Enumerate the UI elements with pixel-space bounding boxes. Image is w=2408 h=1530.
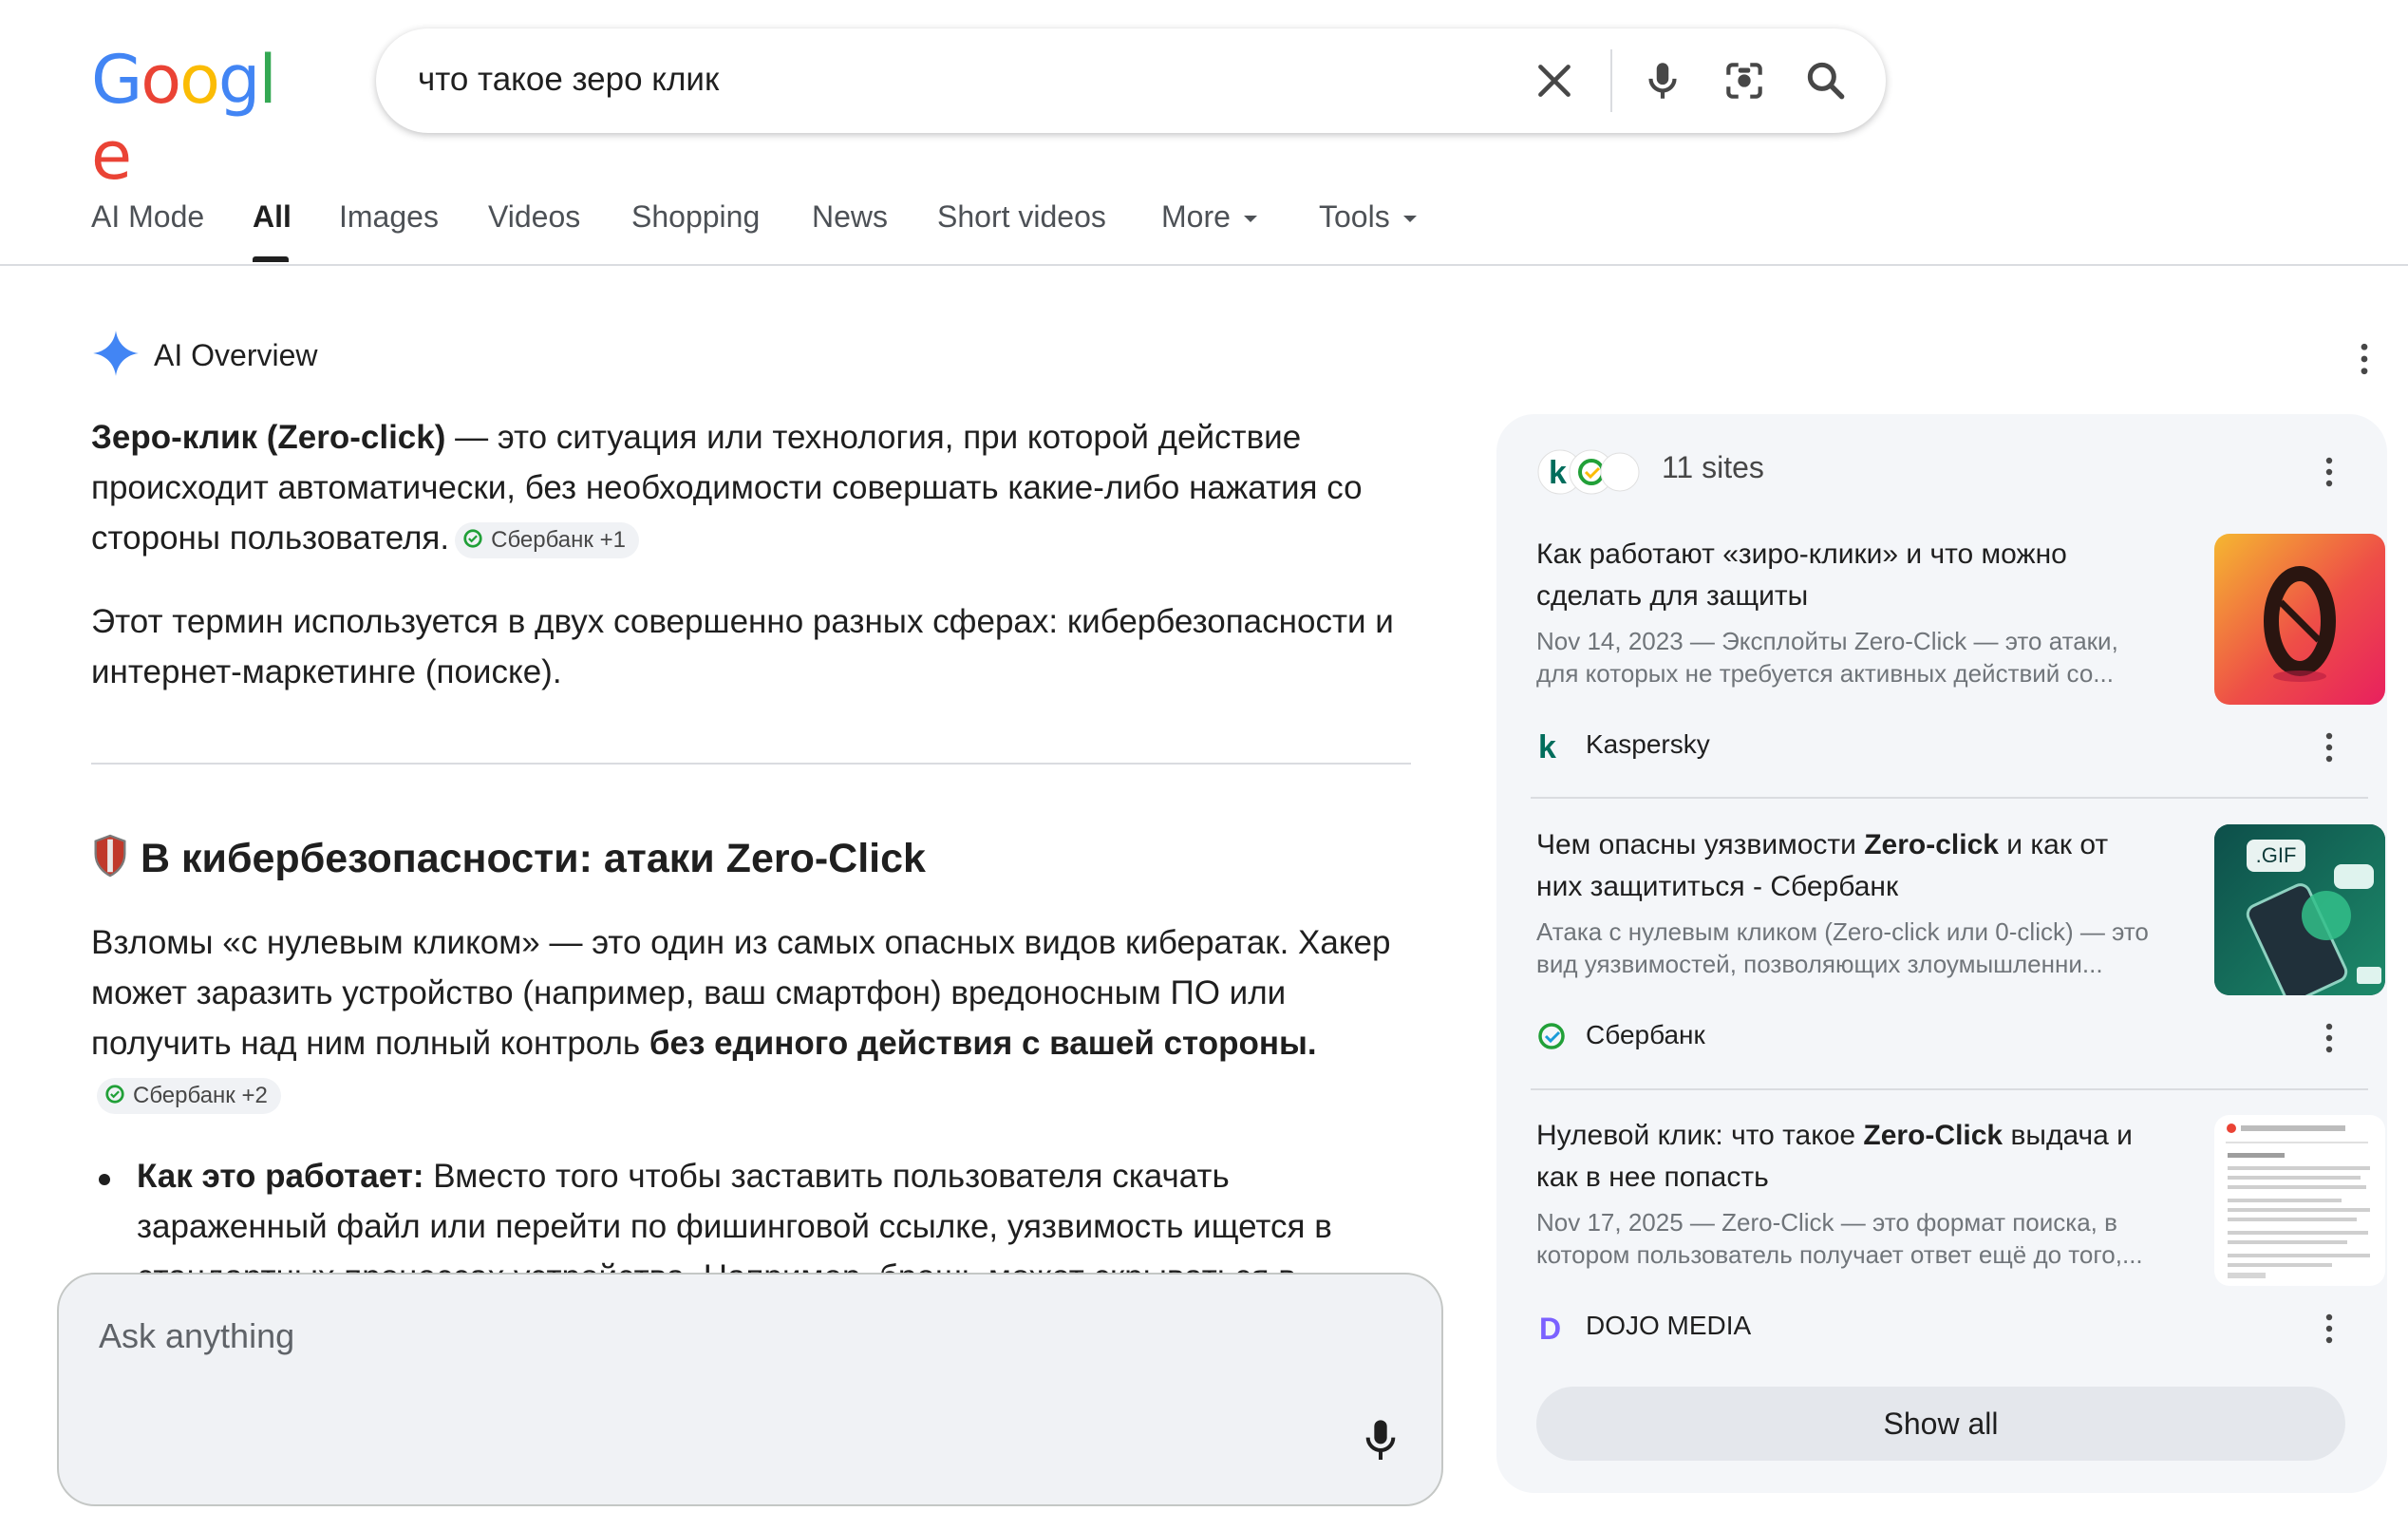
more-options-icon[interactable] (2355, 342, 2374, 376)
svg-text:k: k (1549, 455, 1567, 491)
source-name[interactable]: Сбербанк (1586, 1020, 1705, 1050)
source-snippet: Атака с нулевым кликом (Zero-click или 0… (1536, 917, 2149, 978)
dojo-media-logo-icon: D (1539, 1312, 1561, 1343)
svg-text:D: D (1539, 1312, 1561, 1343)
search-divider (1610, 49, 1612, 112)
tab-more-label: More (1161, 199, 1231, 234)
ai-overview-title: AI Overview (154, 338, 318, 372)
source-card-sberbank[interactable]: Чем опасны уязвимости Zero-click и как о… (1536, 824, 2385, 1062)
source-name[interactable]: Kaspersky (1586, 729, 1710, 760)
sources-panel: k 11 sites Как работают «зиро-клики» и ч… (1496, 414, 2387, 1493)
source-snippet: Nov 17, 2025 — Zero-Click — это формат п… (1536, 1208, 2143, 1269)
site-favicons: k (1537, 449, 1640, 495)
source-snippet: Nov 14, 2023 — Эксплойты Zero-Click — эт… (1536, 627, 2118, 688)
title-bold: Zero-Click (1863, 1120, 2004, 1151)
bullet-bold: Как это работает: (137, 1158, 424, 1195)
source-name[interactable]: DOJO MEDIA (1586, 1311, 1751, 1341)
kaspersky-logo-icon: k (1538, 729, 1556, 762)
active-tab-indicator (253, 256, 289, 262)
source-card-dojo-media[interactable]: Нулевой клик: что такое Zero-Click выдач… (1536, 1115, 2385, 1352)
clear-icon[interactable] (1531, 57, 1578, 104)
source-chip[interactable]: Сбербанк +1 (455, 521, 639, 558)
tab-images[interactable]: Images (339, 199, 439, 235)
ask-anything-box[interactable]: Ask anything (57, 1273, 1443, 1506)
google-logo[interactable]: Google (91, 42, 291, 194)
source-separator (1531, 797, 2368, 799)
section-divider (91, 763, 1411, 765)
tab-all[interactable]: All (253, 199, 292, 235)
source-separator (1531, 1088, 2368, 1090)
search-icon[interactable] (1802, 57, 1850, 104)
sber-logo-icon (1538, 1023, 1565, 1049)
source-chip-label: Сбербанк +2 (133, 1082, 268, 1108)
title-part: Нулевой клик: что такое (1536, 1120, 1864, 1151)
gemini-sparkle-icon (93, 331, 139, 376)
sber-logo-icon (105, 1085, 124, 1105)
more-options-icon[interactable] (2324, 731, 2334, 764)
section-heading-text: В кибербезопасности: атаки Zero-Click (141, 836, 926, 881)
gif-badge: .GIF (2247, 840, 2305, 872)
source-thumbnail[interactable] (2214, 1115, 2385, 1286)
tab-short-videos[interactable]: Short videos (937, 199, 1106, 235)
caret-down-icon (1402, 216, 1417, 223)
source-thumbnail[interactable] (2214, 534, 2385, 705)
more-options-icon[interactable] (2324, 456, 2334, 488)
overview-paragraph-2: Этот термин используется в двух совершен… (91, 603, 1394, 690)
more-options-icon[interactable] (2324, 1313, 2334, 1345)
tab-tools-label: Tools (1319, 199, 1390, 234)
section-heading: В кибербезопасности: атаки Zero-Click (91, 834, 926, 882)
source-card-kaspersky[interactable]: Как работают «зиро-клики» и что можно сд… (1536, 534, 2385, 771)
more-options-icon[interactable] (2324, 1022, 2334, 1054)
tab-tools[interactable]: Tools (1319, 199, 1417, 235)
sites-count[interactable]: 11 sites (1662, 450, 1764, 485)
microphone-icon[interactable] (1639, 57, 1686, 104)
source-chip[interactable]: Сбербанк +2 (97, 1077, 281, 1114)
search-input[interactable]: что такое зеро клик (418, 61, 719, 99)
ask-anything-input[interactable]: Ask anything (99, 1316, 294, 1356)
bullet-marker (99, 1174, 110, 1185)
svg-text:k: k (1538, 729, 1556, 762)
show-all-button[interactable]: Show all (1536, 1387, 2345, 1461)
title-bold: Zero-click (1864, 829, 1999, 860)
tab-news[interactable]: News (812, 199, 888, 235)
source-chip-label: Сбербанк +1 (491, 526, 626, 553)
google-lens-icon[interactable] (1721, 57, 1768, 104)
source-title[interactable]: Нулевой клик: что такое Zero-Click выдач… (1536, 1115, 2154, 1199)
overview-paragraph-3: Взломы «с нулевым кликом» — это один из … (91, 917, 1420, 1119)
source-title[interactable]: Чем опасны уязвимости Zero-click и как о… (1536, 824, 2154, 908)
search-tabs: AI Mode All Images Videos Shopping News … (0, 190, 2408, 266)
sber-logo-icon (463, 529, 482, 549)
tab-shopping[interactable]: Shopping (631, 199, 760, 235)
microphone-icon[interactable] (1362, 1417, 1400, 1464)
emphasis-bold: без единого действия с вашей стороны (649, 1025, 1307, 1062)
shield-icon (94, 834, 126, 878)
overview-paragraph-1: Зеро-клик (Zero-click) — это ситуация ил… (91, 412, 1420, 563)
source-thumbnail[interactable]: .GIF (2214, 824, 2385, 995)
source-title[interactable]: Как работают «зиро-клики» и что можно сд… (1536, 534, 2154, 617)
title-part: Чем опасны уязвимости (1536, 829, 1865, 860)
tab-ai-mode[interactable]: AI Mode (91, 199, 204, 235)
caret-down-icon (1243, 216, 1257, 223)
term-bold: Зеро-клик (Zero-click) (91, 419, 446, 456)
search-box[interactable]: что такое зеро клик (376, 28, 1886, 133)
tab-videos[interactable]: Videos (488, 199, 580, 235)
tab-more[interactable]: More (1161, 199, 1257, 235)
period: . (1307, 1025, 1317, 1062)
bullet-item: Как это работает: Вместо того чтобы заст… (137, 1151, 1409, 1275)
